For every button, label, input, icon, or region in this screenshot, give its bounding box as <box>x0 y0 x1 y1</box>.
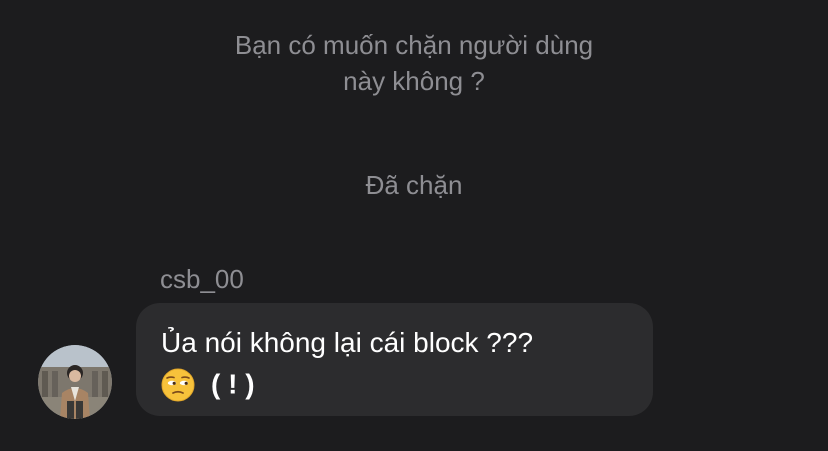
message-bubble[interactable]: Ủa nói không lại cái block ??? ( ! ) <box>136 303 653 416</box>
block-confirmation-question: Bạn có muốn chặn người dùng này không ? <box>234 30 594 96</box>
message-text-line-1: Ủa nói không lại cái block ??? <box>161 327 534 358</box>
sender-avatar[interactable] <box>38 345 112 419</box>
message-text-line-2: ( ! ) <box>161 363 629 405</box>
blocked-status-text: Đã chặn <box>365 170 463 200</box>
unamused-face-icon <box>161 368 195 402</box>
message-exclamation-suffix: ( ! ) <box>211 368 255 400</box>
sender-username: csb_00 <box>160 264 244 294</box>
